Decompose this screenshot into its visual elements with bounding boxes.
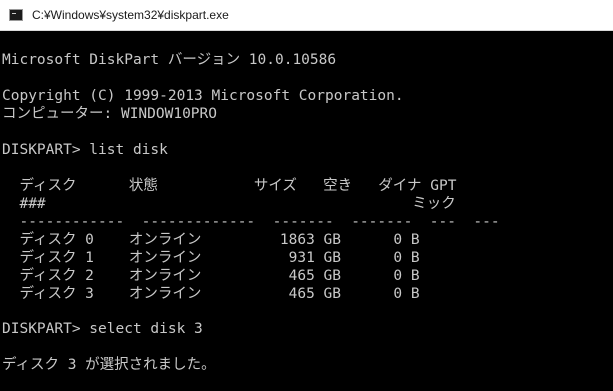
title-bar[interactable]: C:¥Windows¥system32¥diskpart.exe [0,0,613,31]
list-disk-command-line: DISKPART> list disk [2,142,168,158]
table-row: ディスク 1 オンライン 931 GB 0 B [2,250,420,266]
table-row: ディスク 0 オンライン 1863 GB 0 B [2,232,420,248]
window-title: C:¥Windows¥system32¥diskpart.exe [32,8,229,22]
console-output[interactable]: Microsoft DiskPart バージョン 10.0.10586 Copy… [0,31,613,391]
table-separator-line: ------------ ------------- ------- -----… [2,214,500,230]
console-app-icon [9,9,23,21]
table-header-line-2: ### ミック [2,196,456,212]
copyright-line: Copyright (C) 1999-2013 Microsoft Corpor… [2,88,404,104]
selection-result-line: ディスク 3 が選択されました。 [2,357,216,373]
computer-name-line: コンピューター: WINDOW10PRO [2,106,217,122]
version-line: Microsoft DiskPart バージョン 10.0.10586 [2,52,337,68]
select-disk-command-line: DISKPART> select disk 3 [2,321,203,337]
table-row: ディスク 2 オンライン 465 GB 0 B [2,268,420,284]
table-row: ディスク 3 オンライン 465 GB 0 B [2,286,420,302]
diskpart-window: C:¥Windows¥system32¥diskpart.exe Microso… [0,0,613,391]
table-header-line: ディスク 状態 サイズ 空き ダイナ GPT [2,178,457,194]
